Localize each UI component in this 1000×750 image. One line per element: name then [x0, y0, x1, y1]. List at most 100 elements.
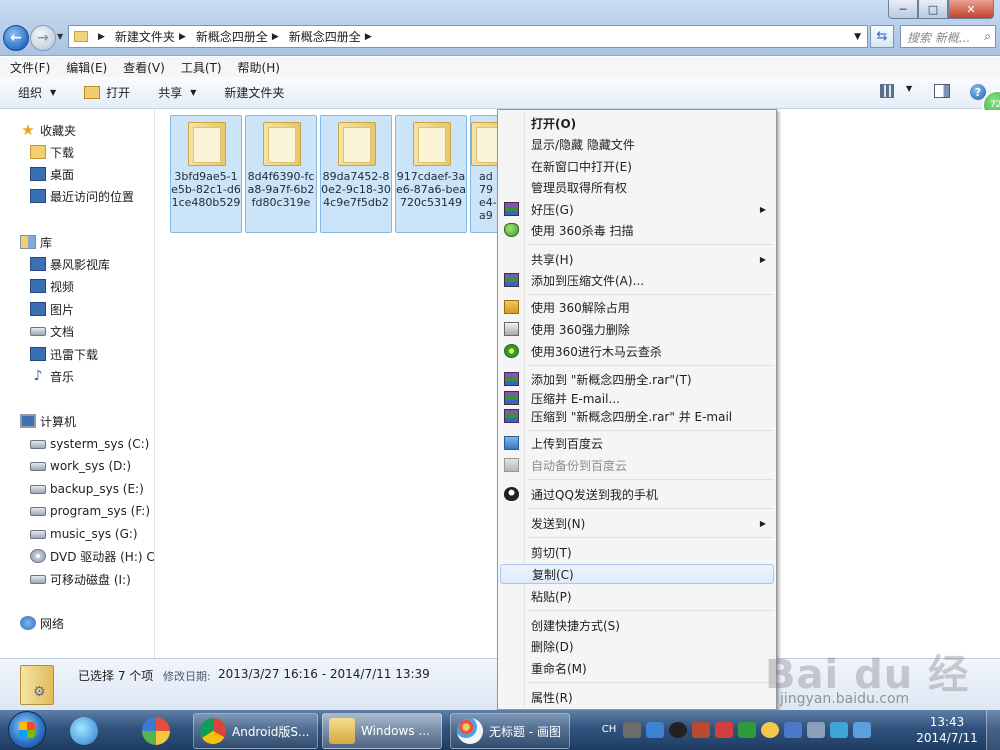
nav-libraries[interactable]: 库	[0, 232, 154, 252]
ctx-compress-rar-email[interactable]: 压缩到 "新概念四册全.rar" 并 E-mail	[500, 406, 774, 426]
maximize-button[interactable]: □	[918, 0, 948, 19]
nav-drive-c[interactable]: systerm_sys (C:)	[0, 434, 154, 454]
taskbar-task-browser[interactable]: Android版S...	[193, 713, 318, 749]
volume-icon[interactable]	[692, 722, 710, 738]
network-tray-icon[interactable]	[784, 722, 802, 738]
ctx-paste[interactable]: 粘贴(P)	[500, 586, 774, 606]
qq-tray-icon[interactable]	[669, 722, 687, 738]
nav-recent-places[interactable]: 最近访问的位置	[0, 186, 154, 206]
folder-item[interactable]: 3bfd9ae5-1e5b-82c1-d61ce480b529	[170, 115, 242, 233]
ctx-open[interactable]: 打开(O)	[500, 113, 774, 133]
nav-music[interactable]: ♪ 音乐	[0, 366, 154, 386]
preview-pane-icon[interactable]	[934, 84, 950, 98]
nav-downloads[interactable]: 下载	[0, 142, 154, 162]
ctx-send-to[interactable]: 发送到(N) ▶	[500, 513, 774, 533]
ctx-rename[interactable]: 重命名(M)	[500, 658, 774, 678]
taskbar-pinned-app[interactable]	[130, 714, 182, 748]
ctx-send-qq-phone[interactable]: 通过QQ发送到我的手机	[500, 484, 774, 504]
folder-item[interactable]: ad7​9e4​-a9	[470, 115, 500, 233]
nav-favorites[interactable]: ★ 收藏夹	[0, 120, 154, 140]
ctx-360-shred[interactable]: 使用 360强力删除	[500, 319, 774, 339]
close-button[interactable]: ✕	[948, 0, 994, 19]
nav-documents[interactable]: 文档	[0, 321, 154, 341]
ctx-delete[interactable]: 删除(D)	[500, 636, 774, 656]
nav-drive-f[interactable]: program_sys (F:)	[0, 501, 154, 521]
menu-help[interactable]: 帮助(H)	[238, 59, 280, 76]
new-folder-button[interactable]: 新建文件夹	[224, 84, 284, 101]
nav-computer[interactable]: 计算机	[0, 411, 154, 431]
ctx-360-scan[interactable]: 使用 360杀毒 扫描	[500, 220, 774, 240]
recent-pages-dropdown[interactable]: ▼	[57, 32, 63, 41]
speaker-icon[interactable]	[807, 722, 825, 738]
taskbar-task-explorer[interactable]: Windows ...	[322, 713, 442, 749]
back-button[interactable]: ←	[3, 25, 29, 51]
organize-button[interactable]: 组织 ▼	[18, 84, 56, 101]
menu-tools[interactable]: 工具(T)	[181, 59, 222, 76]
system-clock[interactable]: 13:43 2014/7/11	[913, 714, 981, 746]
ctx-upload-baidu[interactable]: 上传到百度云	[500, 433, 774, 453]
show-desktop-button[interactable]	[986, 710, 1000, 750]
nav-baofeng-library[interactable]: 暴风影视库	[0, 254, 154, 274]
ctx-properties[interactable]: 属性(R)	[500, 687, 774, 707]
breadcrumb-item[interactable]: 新概念四册全	[196, 28, 268, 45]
360-guard-icon[interactable]	[761, 722, 779, 738]
open-button[interactable]: 打开	[84, 84, 130, 101]
ctx-share[interactable]: 共享(H) ▶	[500, 249, 774, 269]
nav-drive-h[interactable]: DVD 驱动器 (H:) CD	[0, 546, 154, 566]
breadcrumb-chevron-icon[interactable]: ▶	[365, 32, 372, 42]
nav-videos[interactable]: 视频	[0, 276, 154, 296]
nav-network[interactable]: 网络	[0, 613, 154, 633]
menu-file[interactable]: 文件(F)	[10, 59, 50, 76]
ctx-360-trojan-scan[interactable]: 使用360进行木马云查杀	[500, 341, 774, 361]
ctx-add-to-rar[interactable]: 添加到 "新概念四册全.rar"(T)	[500, 369, 774, 389]
nav-pictures[interactable]: 图片	[0, 299, 154, 319]
360-shield-icon[interactable]	[738, 722, 756, 738]
nav-desktop[interactable]: 桌面	[0, 164, 154, 184]
cloud-sync-icon[interactable]	[646, 722, 664, 738]
share-button[interactable]: 共享 ▼	[158, 84, 196, 101]
view-options-dropdown[interactable]: ▼	[906, 84, 912, 93]
folder-item[interactable]: 917cdaef-3ae6-87a6-bea720c53149	[395, 115, 467, 233]
start-button[interactable]	[8, 711, 46, 749]
menu-view[interactable]: 查看(V)	[123, 59, 165, 76]
nav-drive-d[interactable]: work_sys (D:)	[0, 456, 154, 476]
app-icon	[142, 717, 170, 745]
folder-item[interactable]: 89da7452-80e2-9c18-304c9e7f5db2	[320, 115, 392, 233]
ctx-360-unlock[interactable]: 使用 360解除占用	[500, 297, 774, 317]
breadcrumb-item[interactable]: 新建文件夹	[115, 28, 175, 45]
ime-indicator[interactable]: CH	[600, 722, 618, 738]
forward-button[interactable]: →	[30, 25, 56, 51]
ctx-compress-email[interactable]: 压缩并 E-mail...	[500, 388, 774, 408]
ctx-open-new-window[interactable]: 在新窗口中打开(E)	[500, 156, 774, 176]
refresh-button[interactable]: ⇆	[870, 25, 894, 48]
breadcrumb-chevron-icon[interactable]: ▶	[272, 32, 279, 42]
bluetooth-icon[interactable]	[830, 722, 848, 738]
search-icon[interactable]: ⌕	[984, 29, 991, 44]
taskbar-task-paint[interactable]: 无标题 - 画图	[450, 713, 570, 749]
ctx-add-to-archive[interactable]: 添加到压缩文件(A)...	[500, 270, 774, 290]
search-input[interactable]: 搜索 新概... ⌕	[900, 25, 996, 48]
nav-drive-e[interactable]: backup_sys (E:)	[0, 479, 154, 499]
ctx-create-shortcut[interactable]: 创建快捷方式(S)	[500, 615, 774, 635]
nav-drive-g[interactable]: music_sys (G:)	[0, 524, 154, 544]
ctx-toggle-hidden[interactable]: 显示/隐藏 隐藏文件	[500, 134, 774, 154]
ime-tray-icon[interactable]	[853, 722, 871, 738]
folder-item[interactable]: 8d4f6390-fca8-9a7f-6b2fd80c319e	[245, 115, 317, 233]
breadcrumb-chevron-icon[interactable]: ▶	[179, 32, 186, 42]
change-view-icon[interactable]	[880, 84, 894, 98]
menu-edit[interactable]: 编辑(E)	[66, 59, 107, 76]
address-dropdown-icon[interactable]: ▼	[854, 32, 861, 42]
nav-drive-i[interactable]: 可移动磁盘 (I:)	[0, 569, 154, 589]
address-bar[interactable]: ▶ 新建文件夹 ▶ 新概念四册全 ▶ 新概念四册全 ▶ ▼	[68, 25, 868, 48]
nav-xunlei-downloads[interactable]: 迅雷下载	[0, 344, 154, 364]
alert-icon[interactable]	[715, 722, 733, 738]
minimize-button[interactable]: ─	[888, 0, 918, 19]
breadcrumb-item[interactable]: 新概念四册全	[289, 28, 361, 45]
ctx-cut[interactable]: 剪切(T)	[500, 542, 774, 562]
ctx-copy[interactable]: 复制(C)	[500, 564, 774, 584]
ime-settings-icon[interactable]	[623, 722, 641, 738]
ctx-haozip[interactable]: 好压(G) ▶	[500, 199, 774, 219]
breadcrumb-chevron-icon[interactable]: ▶	[98, 32, 105, 42]
ctx-take-ownership[interactable]: 管理员取得所有权	[500, 177, 774, 197]
taskbar-pinned-app[interactable]	[58, 714, 110, 748]
